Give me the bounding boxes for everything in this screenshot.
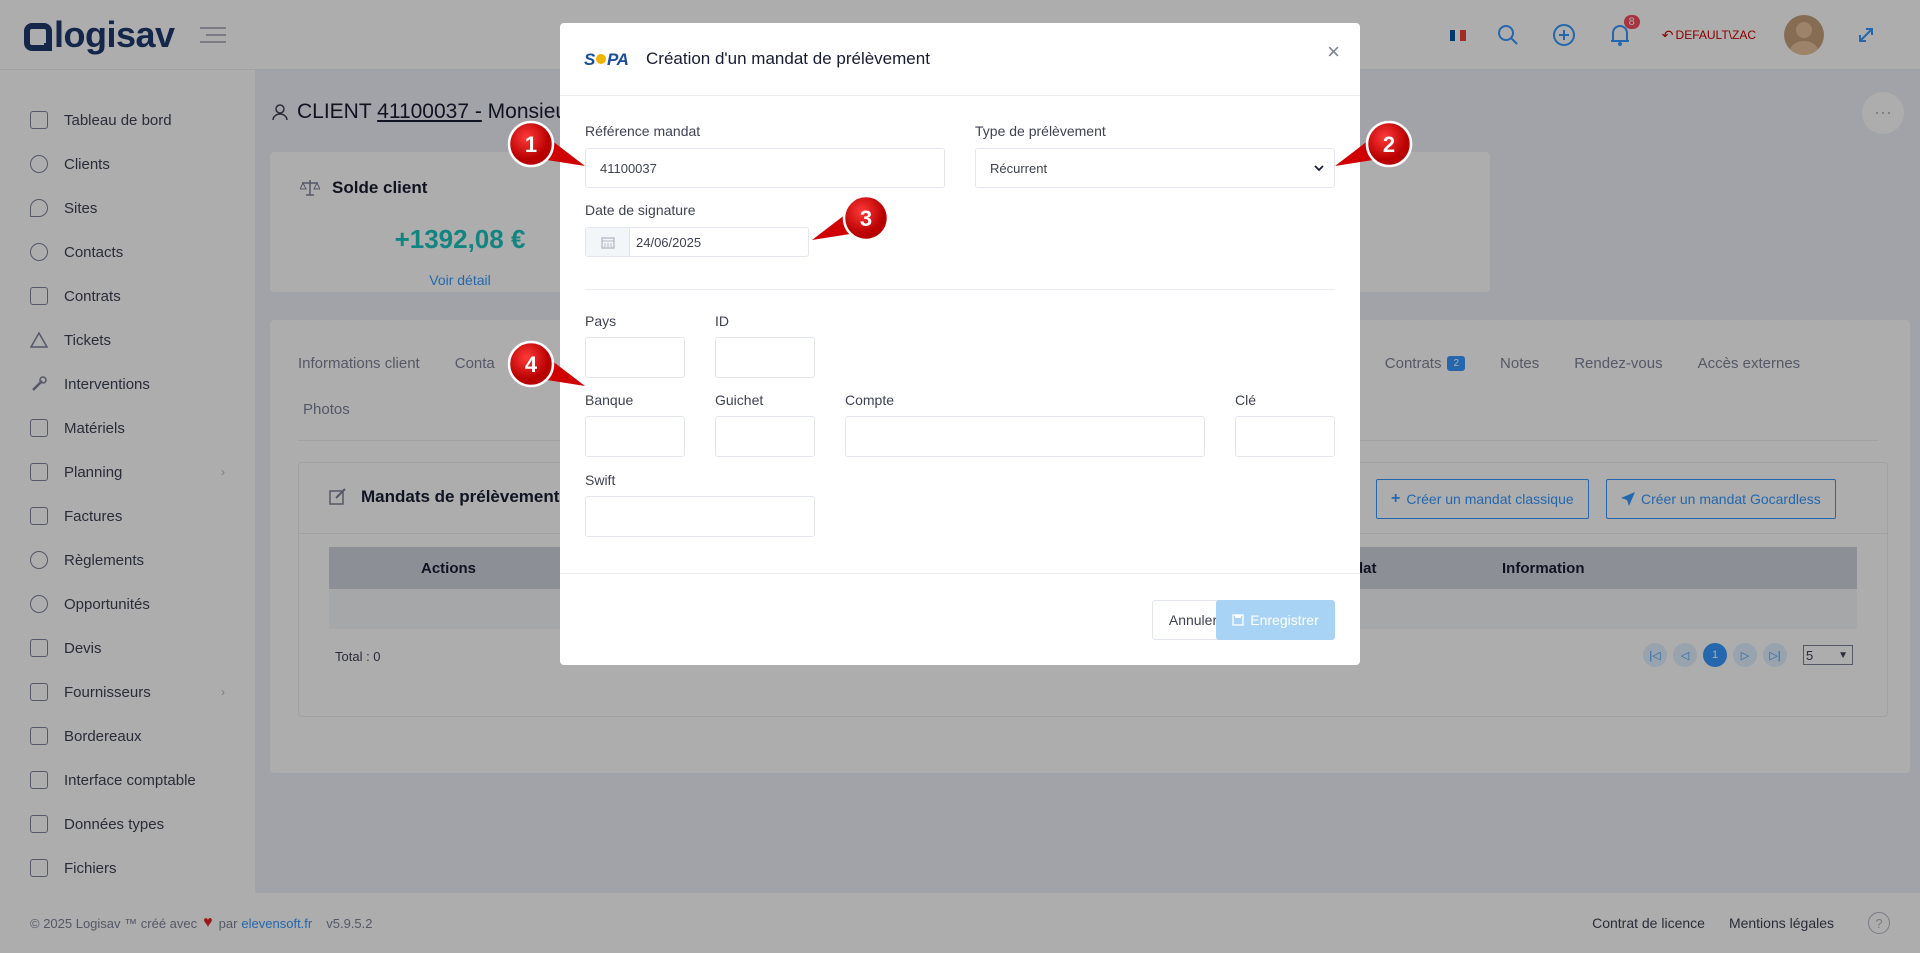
cancel-label: Annuler <box>1168 612 1218 628</box>
type-select[interactable]: Récurrent <box>975 148 1335 188</box>
date-field[interactable]: 24/06/2025 <box>585 227 809 257</box>
mandat-modal: S PA Création d'un mandat de prélèvement … <box>560 23 1360 665</box>
date-value: 24/06/2025 <box>636 234 702 250</box>
chevron-down-icon <box>1314 164 1324 172</box>
modal-header: S PA Création d'un mandat de prélèvement … <box>560 23 1360 96</box>
date-label: Date de signature <box>585 202 696 218</box>
compte-label: Compte <box>845 392 895 408</box>
callout-number: 2 <box>1383 132 1395 157</box>
callout-number: 1 <box>525 132 537 157</box>
callout-number: 4 <box>525 352 538 377</box>
modal-title: Création d'un mandat de prélèvement <box>646 49 930 68</box>
id-input[interactable] <box>715 337 815 378</box>
banque-input[interactable] <box>585 416 685 457</box>
ref-input[interactable]: 41100037 <box>585 148 945 188</box>
banque-label: Banque <box>585 392 634 408</box>
callout-4: 4 <box>507 340 585 392</box>
guichet-input[interactable] <box>715 416 815 457</box>
sepa-logo: S PA <box>584 50 636 68</box>
guichet-label: Guichet <box>715 392 764 408</box>
svg-text:PA: PA <box>607 50 629 68</box>
callout-number: 3 <box>860 206 872 231</box>
close-icon[interactable]: × <box>1327 39 1340 65</box>
ref-label: Référence mandat <box>585 123 701 139</box>
save-icon <box>1232 614 1244 626</box>
pays-input[interactable] <box>585 337 685 378</box>
compte-input[interactable] <box>845 416 1205 457</box>
callout-3: 3 <box>812 194 890 246</box>
type-label: Type de prélèvement <box>975 123 1106 139</box>
save-button[interactable]: Enregistrer <box>1216 600 1335 640</box>
cle-input[interactable] <box>1235 416 1335 457</box>
ref-value: 41100037 <box>600 160 657 176</box>
svg-text:S: S <box>584 50 596 68</box>
cle-label: Clé <box>1235 392 1257 408</box>
save-label: Enregistrer <box>1250 612 1319 628</box>
type-value: Récurrent <box>990 160 1048 176</box>
callout-1: 1 <box>507 120 585 172</box>
id-label: ID <box>715 313 729 329</box>
calendar-icon[interactable] <box>586 228 630 256</box>
pays-label: Pays <box>585 313 617 329</box>
callout-2: 2 <box>1335 120 1413 172</box>
swift-label: Swift <box>585 472 616 488</box>
modal-footer: Annuler Enregistrer <box>560 573 1360 665</box>
swift-input[interactable] <box>585 496 815 537</box>
section-divider <box>585 289 1335 290</box>
